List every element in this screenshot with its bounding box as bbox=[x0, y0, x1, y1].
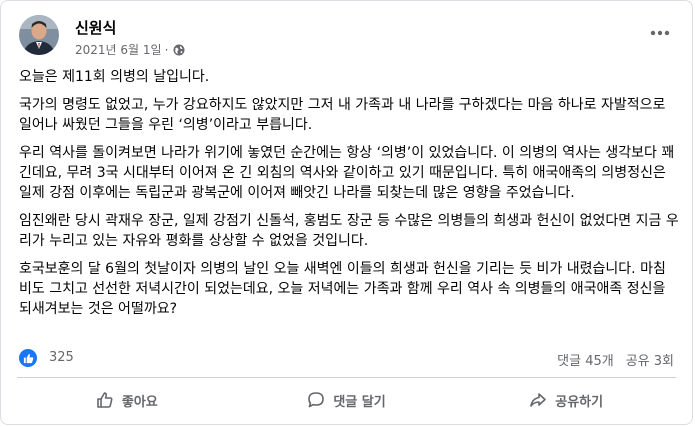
stats-right: 댓글 45개 공유 3회 bbox=[557, 350, 674, 369]
like-button[interactable]: 좋아요 bbox=[17, 381, 237, 419]
comment-icon bbox=[308, 392, 325, 408]
author-name[interactable]: 신원식 bbox=[75, 17, 116, 38]
more-icon[interactable] bbox=[646, 23, 674, 43]
post-body: 오늘은 제11회 의병의 날입니다. 국가의 명령도 없었고, 누가 강요하지도… bbox=[19, 67, 679, 327]
share-icon bbox=[530, 393, 547, 407]
post-paragraph: 오늘은 제11회 의병의 날입니다. bbox=[19, 69, 210, 85]
post-paragraph: 임진왜란 당시 곽재우 장군, 일제 강점기 신돌석, 홍범도 장군 등 수많은… bbox=[19, 213, 679, 249]
globe-icon[interactable] bbox=[173, 44, 185, 56]
divider bbox=[17, 377, 676, 378]
like-reaction-icon[interactable] bbox=[19, 349, 37, 367]
reaction-count[interactable]: 325 bbox=[49, 350, 74, 365]
avatar[interactable] bbox=[19, 15, 59, 55]
share-button[interactable]: 공유하기 bbox=[456, 381, 676, 419]
post-stats: 325 댓글 45개 공유 3회 bbox=[19, 347, 674, 369]
post-meta: 2021년 6월 1일 · bbox=[75, 41, 185, 58]
post-date[interactable]: 2021년 6월 1일 bbox=[75, 41, 162, 58]
like-button-label: 좋아요 bbox=[121, 394, 158, 410]
action-bar: 좋아요 댓글 달기 공유하기 bbox=[17, 381, 676, 419]
post-card: 신원식 2021년 6월 1일 · 오늘은 제11회 의병의 날입니다. 국가의… bbox=[0, 0, 693, 425]
comment-button[interactable]: 댓글 달기 bbox=[237, 381, 457, 419]
comment-button-label: 댓글 달기 bbox=[333, 394, 386, 410]
comment-count[interactable]: 댓글 45개 bbox=[557, 350, 614, 369]
meta-separator: · bbox=[164, 42, 169, 57]
post-paragraph: 국가의 명령도 없었고, 누가 강요하지도 않았지만 그저 내 가족과 내 나라… bbox=[19, 97, 666, 133]
share-count[interactable]: 공유 3회 bbox=[626, 350, 674, 369]
thumbs-up-icon bbox=[97, 392, 113, 408]
post-paragraph: 우리 역사를 돌이켜보면 나라가 위기에 놓였던 순간에는 항상 ‘의병’이 있… bbox=[19, 145, 675, 201]
post-paragraph: 호국보훈의 달 6월의 첫날이자 의병의 날인 오늘 새벽엔 이들의 희생과 헌… bbox=[19, 261, 666, 317]
share-button-label: 공유하기 bbox=[555, 394, 604, 410]
post-header: 신원식 2021년 6월 1일 · bbox=[19, 13, 682, 61]
